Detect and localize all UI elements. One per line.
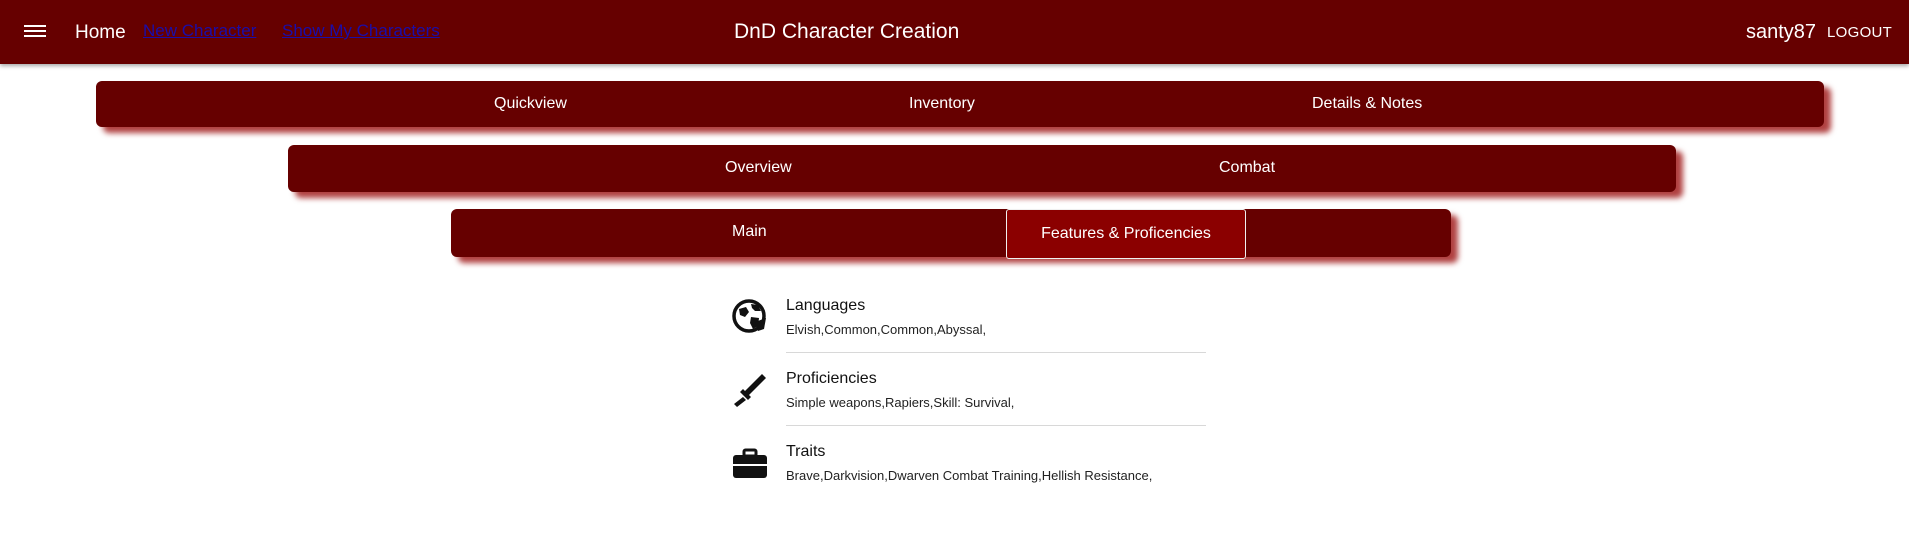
tab-features-proficiencies[interactable]: Features & Proficencies <box>1006 209 1246 259</box>
tab-combat[interactable]: Combat <box>1219 159 1275 177</box>
feature-title: Traits <box>786 443 826 460</box>
feature-title: Proficiencies <box>786 370 877 387</box>
list-item-traits: Traits Brave,Darkvision,Dwarven Combat T… <box>723 434 1206 507</box>
list-item-proficiencies: Proficiencies Simple weapons,Rapiers,Ski… <box>723 361 1206 434</box>
divider <box>786 425 1206 426</box>
app-bar: Home New Character Show My Characters Dn… <box>0 0 1909 64</box>
new-character-link[interactable]: New Character <box>143 21 256 41</box>
features-list: Languages Elvish,Common,Common,Abyssal, … <box>723 288 1206 507</box>
overview-subtabs: Main Features & Proficencies <box>451 209 1451 259</box>
list-item-languages: Languages Elvish,Common,Common,Abyssal, <box>723 288 1206 361</box>
toolbox-icon <box>733 448 767 478</box>
tab-inventory[interactable]: Inventory <box>909 95 975 113</box>
quickview-subtabs: Overview Combat <box>288 145 1676 192</box>
tab-details-notes[interactable]: Details & Notes <box>1312 95 1422 113</box>
show-my-characters-link[interactable]: Show My Characters <box>282 21 440 41</box>
divider <box>786 352 1206 353</box>
feature-title: Languages <box>786 297 866 314</box>
tab-overview[interactable]: Overview <box>725 159 792 177</box>
username: santy87 <box>1746 21 1817 43</box>
tab-quickview[interactable]: Quickview <box>494 95 567 113</box>
globe-icon <box>732 299 766 333</box>
hamburger-menu-icon[interactable] <box>24 22 46 42</box>
app-title: DnD Character Creation <box>734 20 960 43</box>
home-link[interactable]: Home <box>75 22 126 44</box>
feature-value: Brave,Darkvision,Dwarven Combat Training… <box>786 468 1153 483</box>
logout-button[interactable]: LOGOUT <box>1827 24 1892 41</box>
character-section-tabs: Quickview Inventory Details & Notes <box>96 81 1824 127</box>
tab-main[interactable]: Main <box>732 223 767 241</box>
sword-icon <box>734 374 766 407</box>
feature-value: Simple weapons,Rapiers,Skill: Survival, <box>786 395 1015 410</box>
feature-value: Elvish,Common,Common,Abyssal, <box>786 322 987 337</box>
